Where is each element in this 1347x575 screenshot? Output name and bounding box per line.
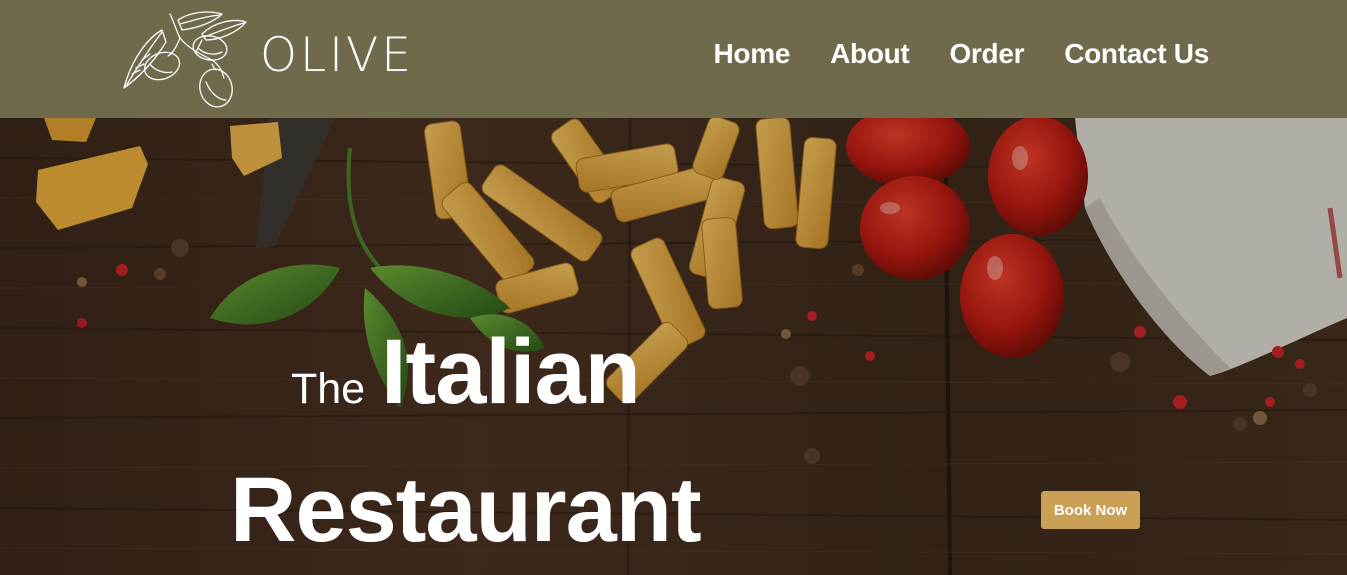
logo[interactable]: OLIVE (118, 8, 418, 112)
nav-home[interactable]: Home (714, 40, 791, 68)
olive-branch-icon (123, 11, 247, 108)
main-nav: Home About Order Contact Us (714, 40, 1210, 68)
hero-section: The Italian Restaurant Book Now (0, 118, 1347, 575)
logo-text: OLIVE (260, 28, 414, 83)
nav-about[interactable]: About (830, 40, 910, 68)
headline-italian: Italian (381, 321, 641, 423)
book-now-button[interactable]: Book Now (1041, 491, 1140, 529)
nav-order[interactable]: Order (949, 40, 1024, 68)
site-header: OLIVE Home About Order Contact Us (0, 0, 1347, 118)
nav-contact-us[interactable]: Contact Us (1064, 40, 1209, 68)
page: OLIVE Home About Order Contact Us The It… (0, 0, 1347, 575)
headline-restaurant: Restaurant (230, 459, 702, 561)
headline-the: The (291, 365, 366, 413)
